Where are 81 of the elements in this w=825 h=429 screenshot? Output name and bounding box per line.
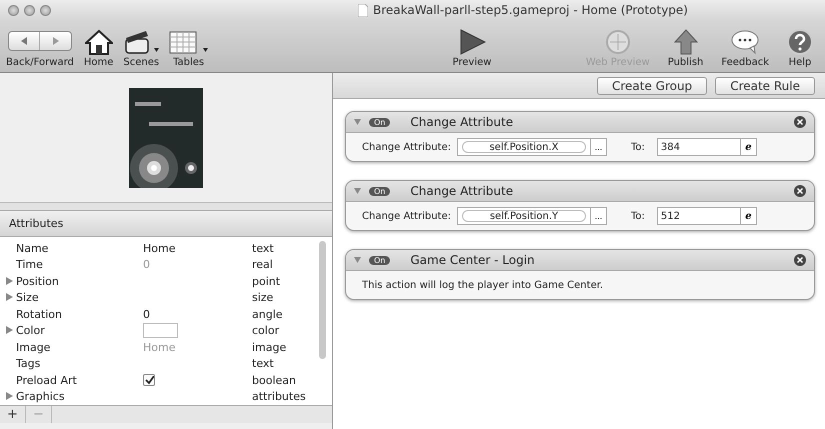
dropdown-arrow-icon bbox=[203, 48, 208, 52]
house-icon bbox=[84, 29, 113, 55]
attribute-type: boolean bbox=[252, 374, 297, 387]
attribute-field[interactable]: self.Position.X ... bbox=[457, 138, 607, 156]
forward-arrow-icon bbox=[52, 37, 59, 45]
action-title: Change Attribute bbox=[410, 115, 514, 129]
help-icon bbox=[787, 29, 814, 55]
attribute-name: Name bbox=[16, 242, 50, 255]
back-arrow-icon bbox=[21, 37, 28, 45]
minimize-light[interactable] bbox=[24, 4, 35, 16]
attribute-name: Time bbox=[16, 258, 44, 272]
action-title: Change Attribute bbox=[410, 184, 514, 198]
document-icon bbox=[358, 4, 368, 16]
on-toggle[interactable]: On bbox=[369, 186, 390, 196]
attribute-type: color bbox=[252, 324, 280, 338]
splitter-bar[interactable] bbox=[0, 203, 332, 211]
help-button[interactable]: Help bbox=[785, 29, 816, 68]
attribute-value: 0 bbox=[143, 308, 150, 321]
value-field[interactable]: 384 e bbox=[656, 138, 757, 156]
attribute-type: text bbox=[252, 357, 275, 370]
attribute-name: Preload Art bbox=[16, 374, 78, 387]
home-button[interactable]: Home bbox=[82, 29, 116, 68]
attribute-field[interactable]: self.Position.Y ... bbox=[457, 207, 607, 225]
attribute-value: Home bbox=[143, 242, 176, 255]
scrollbar[interactable] bbox=[319, 240, 326, 359]
dropdown-arrow-icon bbox=[154, 48, 159, 52]
color-swatch[interactable] bbox=[143, 323, 178, 338]
attribute-name: Tags bbox=[16, 357, 42, 370]
attribute-name: Rotation bbox=[16, 308, 64, 321]
disclosure-triangle-icon[interactable] bbox=[6, 293, 13, 302]
field-label: To: bbox=[631, 142, 645, 152]
attribute-value: Home bbox=[143, 340, 176, 354]
value-field[interactable]: 512 e bbox=[656, 207, 757, 225]
attribute-type: real bbox=[252, 258, 274, 272]
panel-title: Attributes bbox=[9, 216, 64, 230]
on-toggle[interactable]: On bbox=[369, 118, 390, 126]
attribute-type: size bbox=[252, 291, 274, 304]
attribute-type: angle bbox=[252, 308, 284, 321]
close-light[interactable] bbox=[8, 4, 19, 16]
collapse-triangle-icon[interactable] bbox=[354, 188, 361, 194]
back-forward-button[interactable]: Back/Forward bbox=[4, 31, 76, 68]
disclosure-triangle-icon[interactable] bbox=[6, 276, 13, 285]
preview-button[interactable]: Preview bbox=[450, 29, 494, 68]
action-description: This action will log the player into Game Center. bbox=[362, 280, 604, 290]
attribute-type: point bbox=[252, 274, 282, 288]
checkbox[interactable] bbox=[143, 374, 155, 386]
attribute-name: Color bbox=[16, 324, 46, 338]
attribute-name: Position bbox=[16, 274, 60, 288]
feedback-button[interactable]: Feedback bbox=[719, 29, 772, 68]
close-icon[interactable] bbox=[794, 185, 806, 197]
field-label: Change Attribute: bbox=[362, 210, 451, 222]
speech-bubble-icon bbox=[730, 29, 760, 55]
collapse-triangle-icon[interactable] bbox=[354, 257, 361, 263]
publish-button[interactable]: Publish bbox=[666, 29, 706, 68]
add-button[interactable]: + bbox=[0, 406, 26, 423]
checkmark-icon bbox=[144, 376, 154, 385]
scenes-button[interactable]: Scenes bbox=[121, 29, 162, 68]
attribute-type: attributes bbox=[252, 390, 307, 404]
on-toggle[interactable]: On bbox=[369, 256, 390, 264]
close-icon[interactable] bbox=[794, 116, 806, 128]
field-label: Change Attribute: bbox=[362, 142, 451, 152]
disclosure-triangle-icon[interactable] bbox=[6, 392, 13, 400]
attribute-name: Size bbox=[16, 291, 40, 304]
disclosure-triangle-icon[interactable] bbox=[6, 326, 13, 334]
collapse-triangle-icon[interactable] bbox=[354, 119, 361, 125]
field-label: To: bbox=[631, 210, 645, 222]
attribute-name: Image bbox=[16, 340, 52, 354]
window-title: BreakaWall-parll-step5.gameproj - Home (Prototype) bbox=[373, 3, 688, 17]
attribute-name: Graphics bbox=[16, 390, 66, 404]
toolbar-button[interactable]: Create Rule bbox=[715, 76, 815, 94]
attribute-value: 0 bbox=[143, 258, 150, 272]
globe-icon bbox=[604, 29, 631, 55]
zoom-light[interactable] bbox=[40, 4, 51, 16]
close-icon[interactable] bbox=[794, 254, 806, 266]
upload-arrow-icon bbox=[672, 29, 699, 55]
action-title: Game Center - Login bbox=[410, 253, 536, 267]
tables-button[interactable]: Tables bbox=[167, 31, 210, 68]
attribute-type: text bbox=[252, 242, 275, 255]
attribute-type: image bbox=[252, 340, 288, 354]
play-icon bbox=[458, 29, 486, 55]
toolbar-button[interactable]: Create Group bbox=[596, 76, 708, 94]
